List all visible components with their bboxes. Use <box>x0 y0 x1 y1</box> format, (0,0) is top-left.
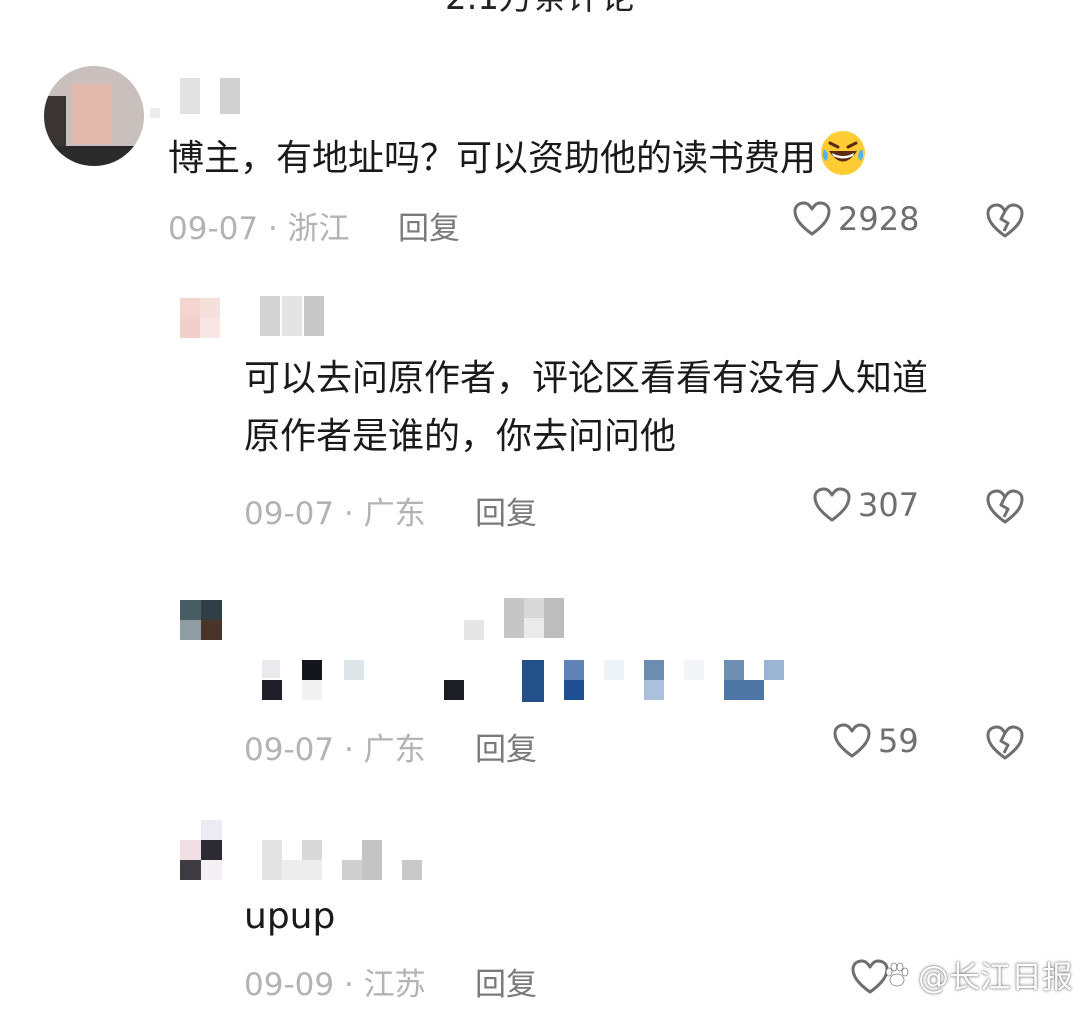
comment-date: 09-09 <box>244 967 335 1003</box>
paw-icon <box>885 962 909 986</box>
heart-icon <box>813 487 851 522</box>
reply-comment-item: 可以去问原作者，评论区看看有没有人知道 原作者是谁的，你去问问他 09-07 ·… <box>0 260 1080 550</box>
like-button[interactable]: 307 <box>812 486 919 524</box>
comment-date: 09-07 <box>244 496 335 532</box>
username-redacted[interactable] <box>260 296 330 336</box>
avatar[interactable] <box>168 290 224 340</box>
comment-text: 博主，有地址吗？可以资助他的读书费用 <box>168 128 868 188</box>
comment-meta: 09-07 · 广东 <box>244 724 426 769</box>
comment-date: 09-07 <box>244 732 335 768</box>
username-redacted[interactable] <box>262 840 432 884</box>
comment-location: 浙江 <box>287 211 350 247</box>
like-count: 2928 <box>838 200 920 238</box>
broken-heart-icon <box>986 725 1024 760</box>
comment-meta: 09-07 · 浙江 <box>168 203 350 248</box>
comment-item: 博主，有地址吗？可以资助他的读书费用 09-07 · 浙江 回复 2928 <box>0 0 1080 260</box>
comment-text-redacted <box>260 658 800 702</box>
meta-separator: · <box>343 732 354 768</box>
like-count: 59 <box>878 722 919 760</box>
comment-meta: 09-07 · 广东 <box>244 488 426 533</box>
like-button[interactable]: 59 <box>832 722 919 760</box>
heart-icon <box>793 201 831 236</box>
meta-separator: · <box>343 967 354 1003</box>
heart-icon <box>833 723 871 758</box>
dislike-button[interactable] <box>985 202 1025 240</box>
rolling-on-floor-laughing-emoji-icon <box>821 131 866 175</box>
comment-text-line: 原作者是谁的，你去问问他 <box>244 416 677 457</box>
comment-location: 江苏 <box>363 967 426 1003</box>
watermark: @长江日报 <box>882 952 1073 997</box>
comment-location: 广东 <box>363 732 426 768</box>
comment-date: 09-07 <box>168 211 259 247</box>
comment-location: 广东 <box>363 496 426 532</box>
comment-text-line: 可以去问原作者，评论区看看有没有人知道 <box>244 358 929 399</box>
dislike-button[interactable] <box>985 724 1025 762</box>
like-count: 307 <box>858 486 920 524</box>
reply-button[interactable]: 回复 <box>475 488 537 533</box>
comment-text: 可以去问原作者，评论区看看有没有人知道 原作者是谁的，你去问问他 <box>244 350 928 466</box>
like-button[interactable]: 2928 <box>792 200 919 238</box>
reply-button[interactable]: 回复 <box>475 724 537 769</box>
avatar[interactable] <box>180 820 222 882</box>
comment-text: upup <box>244 896 336 937</box>
watermark-text: @长江日报 <box>918 960 1073 996</box>
avatar[interactable] <box>180 600 222 640</box>
meta-separator: · <box>343 496 354 532</box>
broken-heart-icon <box>986 203 1024 238</box>
broken-heart-icon <box>986 489 1024 524</box>
meta-separator: · <box>267 211 278 247</box>
username-redacted[interactable] <box>150 78 250 118</box>
comment-meta: 09-09 · 江苏 <box>244 959 426 1004</box>
avatar[interactable] <box>44 66 144 166</box>
reply-comment-item: 09-07 · 广东 回复 59 <box>0 580 1080 800</box>
reply-button[interactable]: 回复 <box>475 959 537 1004</box>
username-redacted[interactable] <box>460 598 570 642</box>
dislike-button[interactable] <box>985 488 1025 526</box>
reply-button[interactable]: 回复 <box>398 203 460 248</box>
